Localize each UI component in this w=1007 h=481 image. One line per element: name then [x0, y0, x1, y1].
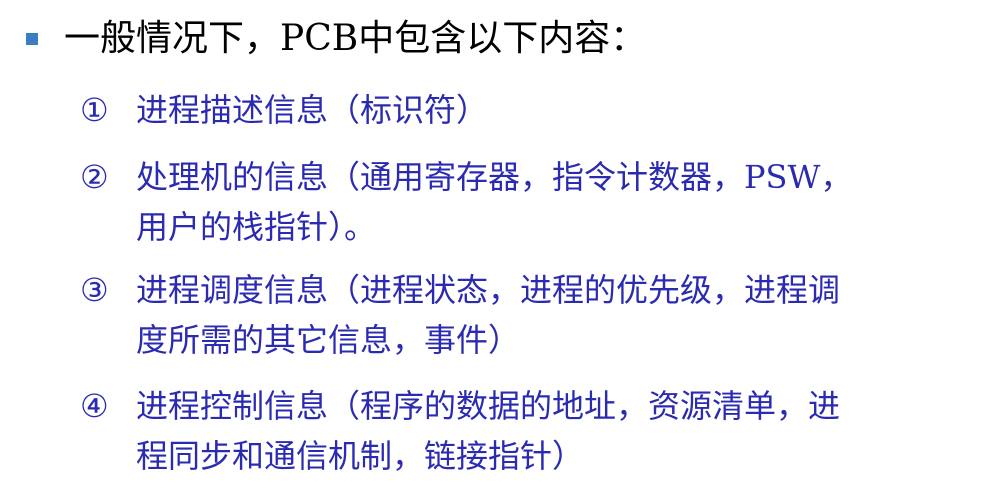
item-number: ③ — [80, 271, 109, 309]
slide: 一般情况下，PCB中包含以下内容： ① 进程描述信息（标识符） ② 处理机的信息… — [0, 0, 1007, 481]
item-text-line: 度所需的其它信息，事件） — [136, 321, 521, 359]
item-text-line: 进程调度信息（进程状态，进程的优先级，进程调 — [136, 271, 841, 309]
slide-heading: 一般情况下，PCB中包含以下内容： — [64, 18, 647, 59]
item-number: ① — [80, 91, 109, 129]
item-number: ④ — [80, 387, 109, 425]
item-text-line: 用户的栈指针）。 — [136, 208, 377, 246]
item-text-line: 进程描述信息（标识符） — [136, 91, 489, 129]
item-number: ② — [80, 158, 109, 196]
list-item: ④ 进程控制信息（程序的数据的地址，资源清单，进 程同步和通信机制，链接指针） — [80, 381, 1000, 481]
list-item: ③ 进程调度信息（进程状态，进程的优先级，进程调 度所需的其它信息，事件） — [80, 265, 1000, 365]
square-bullet-icon — [26, 33, 38, 45]
item-text-line: 处理机的信息（通用寄存器，指令计数器，PSW， — [136, 158, 853, 196]
heading-row: 一般情况下，PCB中包含以下内容： — [26, 12, 646, 66]
item-text-line: 程同步和通信机制，链接指针） — [136, 437, 585, 475]
list-item: ② 处理机的信息（通用寄存器，指令计数器，PSW， 用户的栈指针）。 — [80, 152, 1000, 252]
item-text-line: 进程控制信息（程序的数据的地址，资源清单，进 — [136, 387, 841, 425]
list-item: ① 进程描述信息（标识符） — [80, 85, 1000, 135]
